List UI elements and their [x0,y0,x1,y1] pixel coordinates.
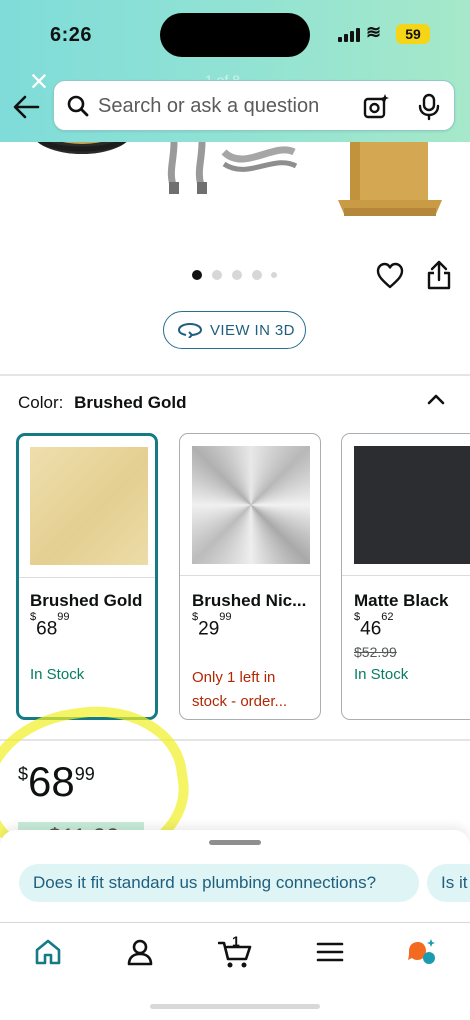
microphone-icon[interactable] [416,93,442,121]
battery-level: 59 [396,24,430,44]
swatch-brushed-nickel [192,446,310,564]
cellular-signal-icon [338,26,362,42]
color-selector-header: Color: Brushed Gold [18,393,187,413]
stock-status: In Stock [30,666,85,683]
color-option-brushed-nickel[interactable]: Brushed Nic... $2999 Only 1 left in stoc… [179,433,321,720]
home-icon[interactable] [32,937,64,967]
option-list-price: $52.99 [354,644,397,660]
swatch-container [180,434,320,576]
view-in-3d-button[interactable]: VIEW IN 3D [163,311,306,349]
back-arrow-icon[interactable] [10,90,44,124]
swatch-matte-black [354,446,470,564]
option-name: Matte Black [354,591,449,610]
dynamic-island [160,13,310,57]
option-price: $4662 [354,611,394,640]
cart-button[interactable]: 1 [218,933,254,968]
search-input[interactable] [98,87,344,125]
option-price: $6899 [30,611,70,640]
option-name: Brushed Nic... [192,591,307,610]
color-option-brushed-gold[interactable]: Brushed Gold $6899 In Stock [16,433,158,720]
option-price: $2999 [192,611,232,640]
product-image-carousel[interactable]: VIEW IN 3D [0,142,470,374]
rufus-suggestion-sheet: Does it fit standard us plumbing connect… [0,830,470,922]
chevron-up-icon[interactable] [425,388,447,410]
account-icon[interactable] [124,937,156,967]
stock-status: In Stock [354,666,409,683]
heart-icon[interactable] [376,262,404,290]
carousel-dots [192,270,282,282]
stock-status: Only 1 left in stock - order... [192,669,288,710]
wifi-icon: ≋ [366,22,382,42]
status-time: 6:26 [50,24,93,46]
swatch-brushed-gold [30,447,148,565]
product-image-faucet-base [338,142,442,216]
search-bar[interactable] [53,80,455,131]
swatch-container [342,434,470,576]
home-indicator[interactable] [150,1004,320,1009]
menu-icon[interactable] [314,937,346,967]
rotate-3d-icon [178,322,202,338]
rufus-icon[interactable] [405,937,437,967]
product-image-drain [37,142,127,154]
option-name: Brushed Gold [30,591,143,610]
share-icon[interactable] [426,260,452,290]
product-image-hoses [167,142,298,194]
color-option-matte-black[interactable]: Matte Black $4662 $52.99 In Stock [341,433,470,720]
suggestion-chip[interactable]: Is it [427,864,470,902]
camera-search-icon[interactable] [362,93,390,121]
divider [0,374,470,376]
selected-color: Brushed Gold [74,393,187,412]
cart-count: 1 [232,933,240,949]
search-icon [67,95,89,117]
swatch-container [19,436,155,578]
color-label: Color: [18,393,64,412]
bottom-navigation: 1 [0,922,470,1020]
sheet-drag-handle[interactable] [209,840,261,845]
app-header: 6:26 ≋ 59 1 of 8 × [0,0,470,142]
suggestion-chip[interactable]: Does it fit standard us plumbing connect… [19,864,419,902]
view-in-3d-label: VIEW IN 3D [210,322,295,339]
